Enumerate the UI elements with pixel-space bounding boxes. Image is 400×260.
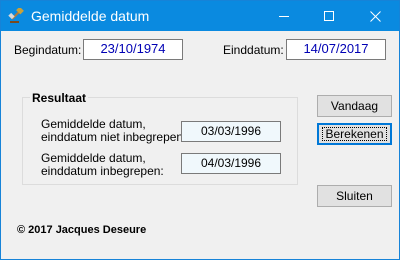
included-label-line2: einddatum inbegrepen: [41,164,164,178]
today-button[interactable]: Vandaag [317,95,392,117]
excluded-label-line2: einddatum niet inbegrepen: [41,130,187,144]
close-icon [370,11,381,22]
copyright-text: © 2017 Jacques Deseure [17,224,147,236]
included-result-field[interactable]: 04/03/1996 [181,153,281,174]
result-group-title: Resultaat [30,91,89,105]
calculate-button[interactable]: Berekenen [317,123,392,145]
window-title: Gemiddelde datum [31,8,150,24]
title-bar[interactable]: Gemiddelde datum [1,1,399,31]
close-window-button[interactable] [353,1,398,31]
einddatum-field[interactable]: 14/07/2017 [286,39,386,60]
app-window: Gemiddelde datum Begindatum: 23/10/1974 … [0,0,400,260]
excluded-result-field[interactable]: 03/03/1996 [181,121,281,142]
maximize-icon [324,11,334,21]
included-label: Gemiddelde datum, einddatum inbegrepen: [41,152,164,178]
begindatum-field[interactable]: 23/10/1974 [83,39,183,60]
focus-indicator [322,127,387,141]
excluded-label: Gemiddelde datum, einddatum niet inbegre… [41,118,186,144]
maximize-button[interactable] [307,1,352,31]
close-button[interactable]: Sluiten [317,185,392,207]
begindatum-label: Begindatum: [14,43,82,57]
minimize-icon [279,16,289,17]
gavel-icon[interactable] [8,6,24,24]
minimize-button[interactable] [262,1,307,31]
einddatum-label: Einddatum: [223,43,284,57]
